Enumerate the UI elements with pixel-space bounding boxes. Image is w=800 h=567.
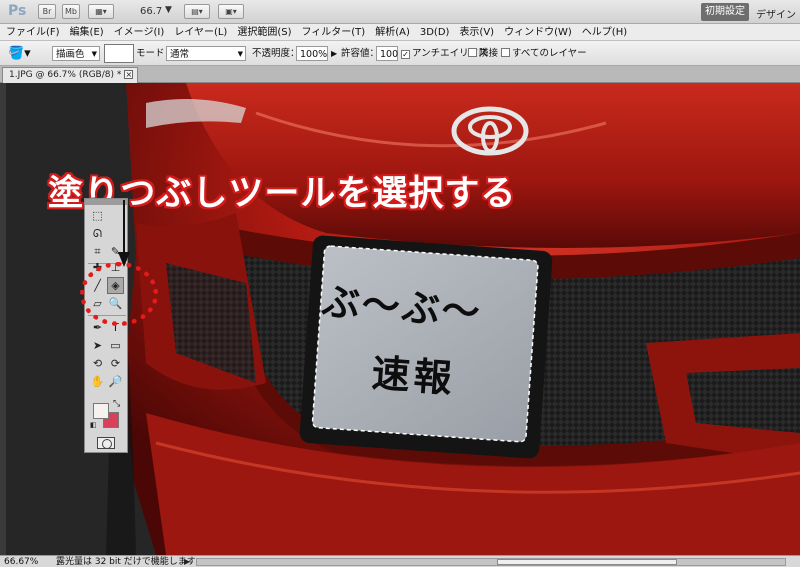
zoom-dropdown-icon[interactable]: ▼ — [165, 5, 172, 15]
view-extras-icon[interactable]: ▦▾ — [88, 4, 114, 19]
tolerance-input[interactable]: 100 — [376, 46, 398, 61]
menu-file[interactable]: ファイル(F) — [0, 24, 65, 41]
menu-window[interactable]: ウィンドウ(W) — [499, 24, 577, 41]
blend-mode-select[interactable]: 通常 ▼ — [166, 46, 246, 61]
quick-mask-icon[interactable] — [97, 437, 115, 449]
status-message: 露光量は 32 bit だけで機能します — [56, 557, 196, 567]
swap-colors-icon[interactable]: ⤡ — [113, 399, 120, 409]
bridge-icon[interactable]: Br — [38, 4, 56, 19]
check-icon: ✓ — [401, 50, 410, 59]
screen-mode-icon[interactable]: ▣▾ — [218, 4, 244, 19]
plate-text-line2: 速報 — [370, 350, 458, 401]
arrange-documents-icon[interactable]: ▤▾ — [184, 4, 210, 19]
lasso-tool-icon[interactable]: ᘏ — [89, 225, 106, 242]
photoshop-logo: Ps — [8, 3, 27, 19]
menu-analysis[interactable]: 解析(A) — [370, 24, 415, 41]
chevron-down-icon: ▼ — [91, 50, 97, 58]
menu-edit[interactable]: 編集(E) — [65, 24, 109, 41]
menu-filter[interactable]: フィルター(T) — [296, 24, 370, 41]
rectangle-tool-icon[interactable]: ▭ — [107, 337, 124, 354]
tolerance-label: 許容値： — [341, 48, 380, 59]
document-tab-bar: 1.JPG @ 66.7% (RGB/8) * × — [0, 66, 800, 83]
status-menu-arrow-icon[interactable]: ▶ — [184, 556, 190, 567]
application-bar: Ps Br Mb ▦▾ 66.7 ▼ ▤▾ ▣▾ 初期設定 デザイン — [0, 0, 800, 24]
close-icon[interactable]: × — [124, 70, 134, 79]
menu-3d[interactable]: 3D(D) — [415, 24, 455, 41]
zoom-tool-icon[interactable]: 🔎 — [107, 373, 124, 390]
status-bar: 66.67% 露光量は 32 bit だけで機能します ▶ — [0, 555, 800, 567]
menu-image[interactable]: イメージ(I) — [109, 24, 170, 41]
document-tab[interactable]: 1.JPG @ 66.7% (RGB/8) * × — [2, 67, 139, 83]
fill-source-select[interactable]: 描画色 ▼ — [52, 46, 100, 61]
options-bar: 🪣▾ 描画色 ▼ モード： 通常 ▼ 不透明度： 100% ▶ 許容値： 100 ✓… — [0, 41, 800, 66]
marquee-tool-icon[interactable]: ⬚ — [89, 207, 106, 224]
highlight-circle — [80, 262, 158, 326]
contiguous-checkbox[interactable]: 隣接 — [468, 46, 498, 61]
3d-orbit-tool-icon[interactable]: ⟳ — [107, 355, 124, 372]
hand-tool-icon[interactable]: ✋ — [89, 373, 106, 390]
workspace-design-button[interactable]: デザイン — [756, 6, 796, 21]
menu-select[interactable]: 選択範囲(S) — [232, 24, 296, 41]
opacity-label: 不透明度： — [252, 48, 300, 59]
all-layers-checkbox[interactable]: すべてのレイヤー — [501, 46, 587, 61]
3d-rotate-tool-icon[interactable]: ⟲ — [89, 355, 106, 372]
chevron-down-icon: ▼ — [237, 50, 243, 58]
path-selection-tool-icon[interactable]: ➤ — [89, 337, 106, 354]
menu-view[interactable]: 表示(V) — [454, 24, 499, 41]
crop-tool-icon[interactable]: ⌗ — [89, 243, 106, 260]
horizontal-scrollbar[interactable] — [196, 558, 786, 566]
paint-bucket-preset-icon[interactable]: 🪣▾ — [8, 46, 38, 61]
scrollbar-thumb[interactable] — [497, 559, 677, 565]
down-arrow-icon — [118, 200, 130, 267]
opacity-dropdown-icon[interactable]: ▶ — [331, 46, 337, 61]
opacity-input[interactable]: 100% — [296, 46, 328, 61]
mini-bridge-icon[interactable]: Mb — [62, 4, 80, 19]
zoom-level[interactable]: 66.7 — [140, 6, 162, 17]
menu-bar: ファイル(F) 編集(E) イメージ(I) レイヤー(L) 選択範囲(S) フィルター(T… — [0, 24, 800, 41]
default-colors-icon[interactable]: ◧ — [90, 421, 98, 429]
workspace-essentials-button[interactable]: 初期設定 — [701, 3, 749, 21]
foreground-color-swatch[interactable] — [93, 403, 109, 419]
status-zoom[interactable]: 66.67% — [4, 556, 38, 567]
document-tab-title: 1.JPG @ 66.7% (RGB/8) * — [9, 70, 122, 80]
menu-layer[interactable]: レイヤー(L) — [169, 24, 232, 41]
pattern-swatch[interactable] — [104, 44, 134, 63]
plate-text-line1: ぶ～ぶ～ — [320, 278, 484, 335]
menu-help[interactable]: ヘルプ(H) — [577, 24, 632, 41]
